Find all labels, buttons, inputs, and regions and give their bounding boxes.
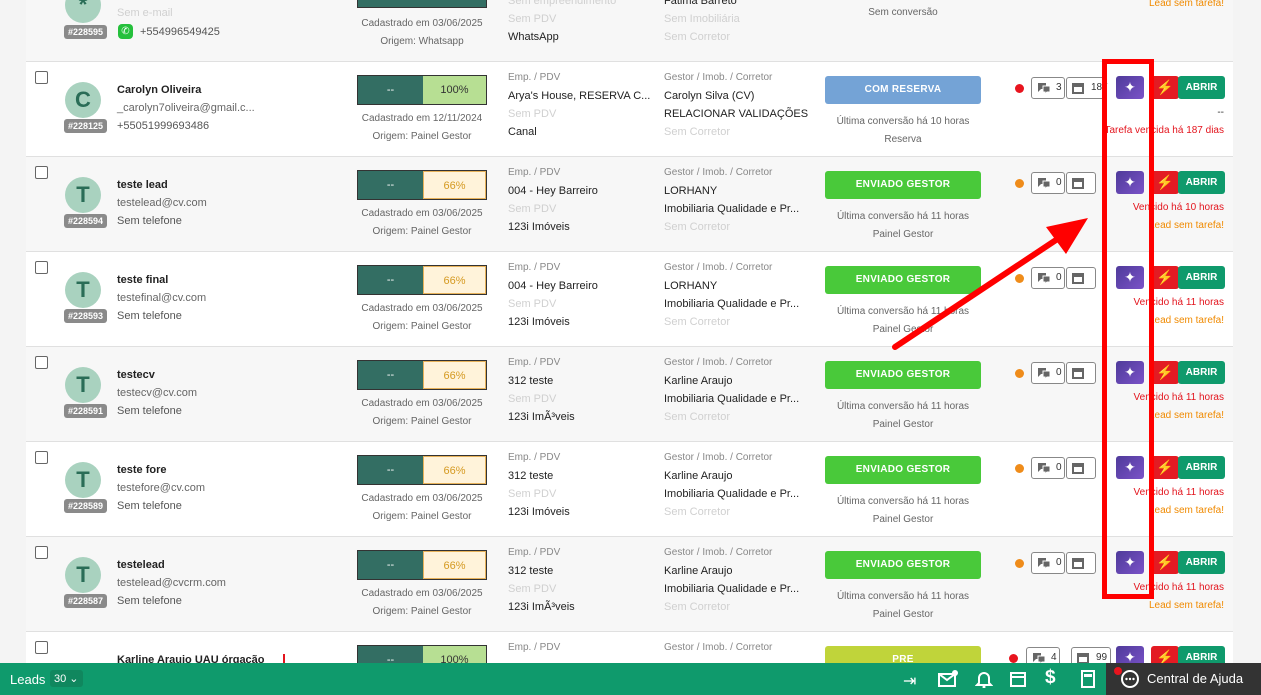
annotation-arrow	[892, 218, 1088, 350]
